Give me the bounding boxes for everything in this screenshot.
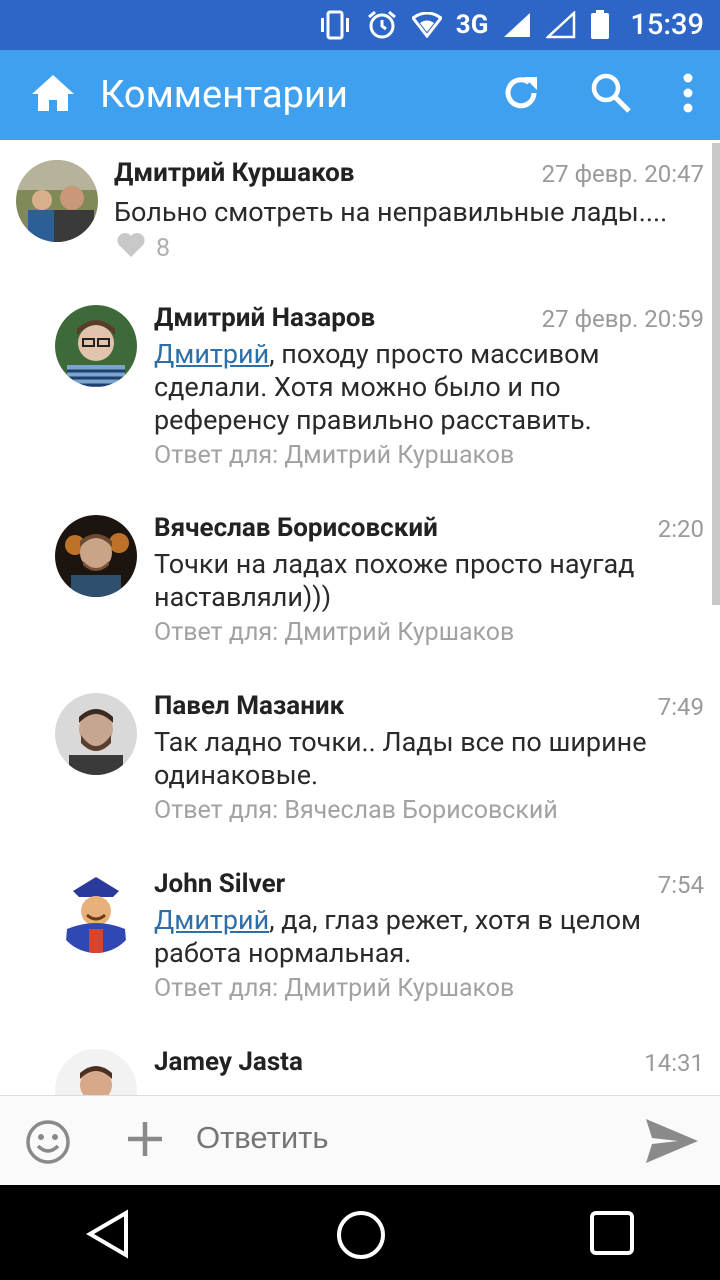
- avatar[interactable]: [55, 305, 137, 387]
- comment-time: 27 февр. 20:59: [541, 305, 704, 333]
- emoji-icon[interactable]: [24, 1118, 72, 1170]
- comment-item[interactable]: Павел Мазаник 7:49 Так ладно точки.. Лад…: [0, 673, 720, 833]
- avatar[interactable]: [16, 160, 98, 242]
- comment-author[interactable]: Павел Мазаник: [154, 691, 344, 721]
- refresh-button[interactable]: [476, 50, 566, 140]
- comment-time: 27 февр. 20:47: [541, 160, 704, 188]
- comment-author[interactable]: Дмитрий Назаров: [154, 303, 375, 333]
- comment-time: 14:31: [644, 1049, 704, 1077]
- like-count: 8: [156, 234, 171, 263]
- comment-text: Дмитрий, да, глаз режет, хотя в целом ра…: [154, 904, 674, 970]
- scrollbar[interactable]: [712, 143, 720, 605]
- vibrate-icon: [318, 10, 352, 40]
- home-icon: [30, 73, 76, 117]
- like-button[interactable]: 8: [116, 232, 170, 265]
- reply-input[interactable]: [196, 1120, 596, 1156]
- reply-to-label[interactable]: Ответ для: Дмитрий Куршаков: [154, 974, 514, 1003]
- reply-composer: [0, 1095, 720, 1185]
- comments-list[interactable]: Дмитрий Куршаков 27 февр. 20:47 Больно с…: [0, 140, 720, 1095]
- avatar[interactable]: [55, 1049, 137, 1095]
- page-title: Комментарии: [100, 73, 348, 117]
- comment-item[interactable]: Вячеслав Борисовский 2:20 Точки на ладах…: [0, 495, 720, 655]
- mention-link[interactable]: Дмитрий: [154, 904, 269, 936]
- refresh-icon: [501, 73, 541, 117]
- app-toolbar: Комментарии: [0, 50, 720, 140]
- comment-time: 2:20: [657, 515, 704, 543]
- status-bar: 3G 15:39: [0, 0, 720, 50]
- back-icon[interactable]: [86, 1209, 132, 1263]
- avatar[interactable]: [55, 515, 137, 597]
- comment-item[interactable]: Дмитрий Куршаков 27 февр. 20:47 Больно с…: [0, 140, 720, 280]
- avatar[interactable]: [55, 871, 137, 953]
- avatar[interactable]: [55, 693, 137, 775]
- comment-author[interactable]: Дмитрий Куршаков: [114, 158, 354, 188]
- mention-link[interactable]: Дмитрий: [154, 338, 269, 370]
- home-button[interactable]: [0, 50, 106, 140]
- signal-icon: [502, 11, 532, 39]
- comment-item[interactable]: Дмитрий Назаров 27 февр. 20:59 Дмитрий, …: [0, 285, 720, 475]
- alarm-icon: [366, 9, 398, 41]
- overflow-menu-button[interactable]: [656, 50, 720, 140]
- reply-to-label[interactable]: Ответ для: Дмитрий Куршаков: [154, 441, 514, 470]
- reply-to-label[interactable]: Ответ для: Вячеслав Борисовский: [154, 796, 558, 825]
- send-icon[interactable]: [644, 1116, 700, 1170]
- comment-item[interactable]: John Silver 7:54 Дмитрий, да, глаз режет…: [0, 851, 720, 1011]
- comment-time: 7:49: [657, 693, 704, 721]
- comment-item[interactable]: Jamey Jasta 14:31: [0, 1029, 720, 1095]
- attach-plus-icon[interactable]: [124, 1118, 166, 1164]
- home-circle-icon[interactable]: [335, 1209, 387, 1265]
- comment-author[interactable]: Jamey Jasta: [154, 1047, 303, 1077]
- comment-author[interactable]: Вячеслав Борисовский: [154, 513, 438, 543]
- wifi-icon: [411, 12, 442, 38]
- search-button[interactable]: [566, 50, 656, 140]
- network-type: 3G: [455, 10, 489, 40]
- comment-time: 7:54: [657, 871, 704, 899]
- reply-to-label[interactable]: Ответ для: Дмитрий Куршаков: [154, 618, 514, 647]
- clock: 15:39: [630, 8, 704, 42]
- comment-author[interactable]: John Silver: [154, 869, 285, 899]
- more-vert-icon: [682, 73, 694, 117]
- search-icon: [590, 72, 632, 118]
- comment-text: Так ладно точки.. Лады все по ширине оди…: [154, 726, 647, 791]
- battery-icon: [590, 10, 610, 40]
- system-navigation-bar: [0, 1185, 720, 1280]
- comment-text: Больно смотреть на неправильные лады....: [114, 196, 668, 228]
- comment-text: Дмитрий, походу просто массивом сделали.…: [154, 338, 634, 437]
- recents-icon[interactable]: [588, 1209, 636, 1261]
- comment-text: Точки на ладах похоже просто наугад наст…: [154, 548, 635, 613]
- signal-2-icon: [546, 11, 576, 39]
- heart-icon: [116, 232, 146, 265]
